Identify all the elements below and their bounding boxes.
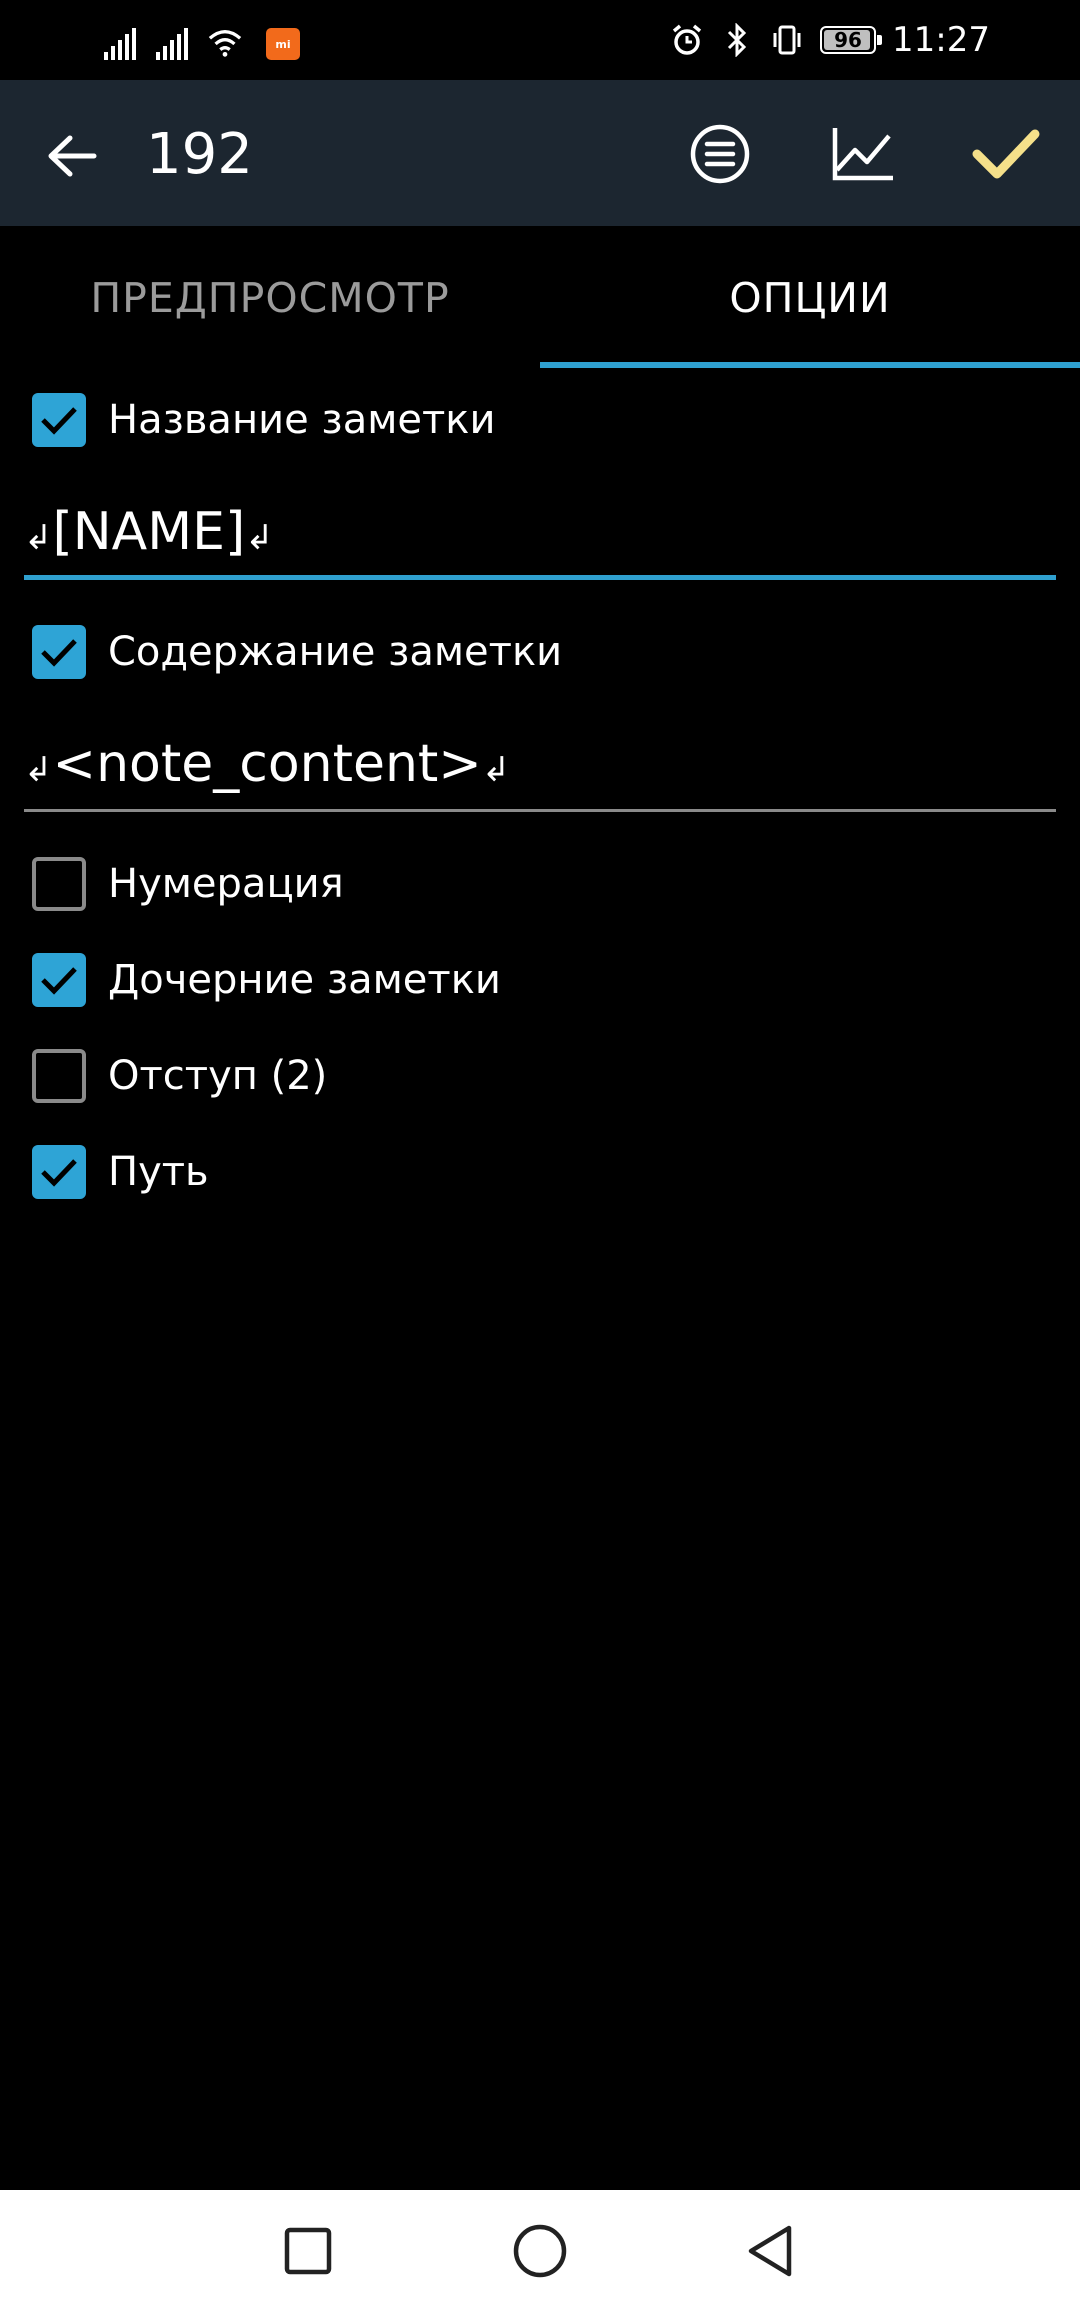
- name-template-text: [NAME]: [52, 502, 246, 562]
- path-checkbox[interactable]: [32, 1145, 86, 1199]
- chart-button[interactable]: [823, 114, 903, 194]
- return-icon: ↲: [245, 518, 274, 558]
- content-template-value[interactable]: ↲<note_content>↲: [24, 734, 510, 794]
- menu-button[interactable]: [680, 114, 760, 194]
- option-child-notes[interactable]: Дочерние заметки: [32, 944, 501, 1016]
- check-icon: [41, 407, 77, 435]
- content-template-field[interactable]: ↲<note_content>↲: [24, 728, 1056, 812]
- option-numbering[interactable]: Нумерация: [32, 848, 344, 920]
- child-notes-checkbox[interactable]: [32, 953, 86, 1007]
- check-icon: [41, 639, 77, 667]
- back-button[interactable]: [36, 120, 108, 192]
- child-notes-label: Дочерние заметки: [108, 957, 501, 1003]
- note-content-label: Содержание заметки: [108, 629, 563, 675]
- option-note-content[interactable]: Содержание заметки: [32, 616, 562, 688]
- alarm-icon: [670, 23, 704, 57]
- square-icon: [284, 2227, 332, 2275]
- check-icon: [972, 129, 1040, 179]
- toolbar: 192: [0, 80, 1080, 226]
- bluetooth-icon: [720, 23, 754, 57]
- note-name-checkbox[interactable]: [32, 393, 86, 447]
- tab-bar: ПРЕДПРОСМОТР ОПЦИИ: [0, 226, 1080, 370]
- signal-1-icon: [104, 28, 136, 60]
- field-underline: [24, 809, 1056, 812]
- tab-indicator: [540, 362, 1080, 368]
- option-indent[interactable]: Отступ (2): [32, 1040, 327, 1112]
- line-chart-icon: [832, 128, 893, 181]
- content-template-text: <note_content>: [52, 734, 482, 794]
- return-icon: ↲: [481, 750, 511, 790]
- home-button[interactable]: [505, 2216, 575, 2286]
- circle-icon: [513, 2224, 567, 2278]
- option-path[interactable]: Путь: [32, 1136, 209, 1208]
- field-underline: [24, 575, 1056, 580]
- clock: 11:27: [892, 20, 990, 60]
- arrow-left-icon: [48, 135, 97, 177]
- triangle-back-icon: [748, 2225, 792, 2277]
- note-name-label: Название заметки: [108, 397, 496, 443]
- status-bar: mi 96 11:27: [0, 0, 1080, 80]
- name-template-field[interactable]: ↲[NAME]↲: [24, 496, 1056, 580]
- vibrate-icon: [770, 23, 804, 57]
- path-label: Путь: [108, 1149, 209, 1195]
- numbering-checkbox[interactable]: [32, 857, 86, 911]
- tab-options[interactable]: ОПЦИИ: [540, 226, 1080, 370]
- battery-level: 96: [834, 28, 862, 52]
- page-title: 192: [146, 122, 253, 187]
- check-icon: [41, 1159, 77, 1187]
- confirm-button[interactable]: [966, 114, 1046, 194]
- system-nav-bar: [0, 2190, 1080, 2312]
- return-icon: ↲: [24, 750, 53, 790]
- indent-label: Отступ (2): [108, 1053, 328, 1099]
- indent-checkbox[interactable]: [32, 1049, 86, 1103]
- status-right: 96 11:27: [670, 18, 990, 62]
- battery-icon: 96: [820, 26, 883, 54]
- status-left: mi: [104, 20, 300, 60]
- tab-preview[interactable]: ПРЕДПРОСМОТР: [0, 226, 540, 370]
- wifi-icon: [208, 26, 242, 60]
- recents-button[interactable]: [273, 2216, 343, 2286]
- option-note-name[interactable]: Название заметки: [32, 384, 495, 456]
- nav-back-button[interactable]: [735, 2216, 805, 2286]
- note-content-checkbox[interactable]: [32, 625, 86, 679]
- app-badge-icon: mi: [266, 28, 300, 60]
- name-template-value[interactable]: ↲[NAME]↲: [24, 502, 274, 562]
- numbering-label: Нумерация: [108, 861, 344, 907]
- list-circle-icon: [690, 124, 750, 184]
- check-icon: [41, 967, 77, 995]
- return-icon: ↲: [24, 518, 53, 558]
- signal-2-icon: [156, 28, 188, 60]
